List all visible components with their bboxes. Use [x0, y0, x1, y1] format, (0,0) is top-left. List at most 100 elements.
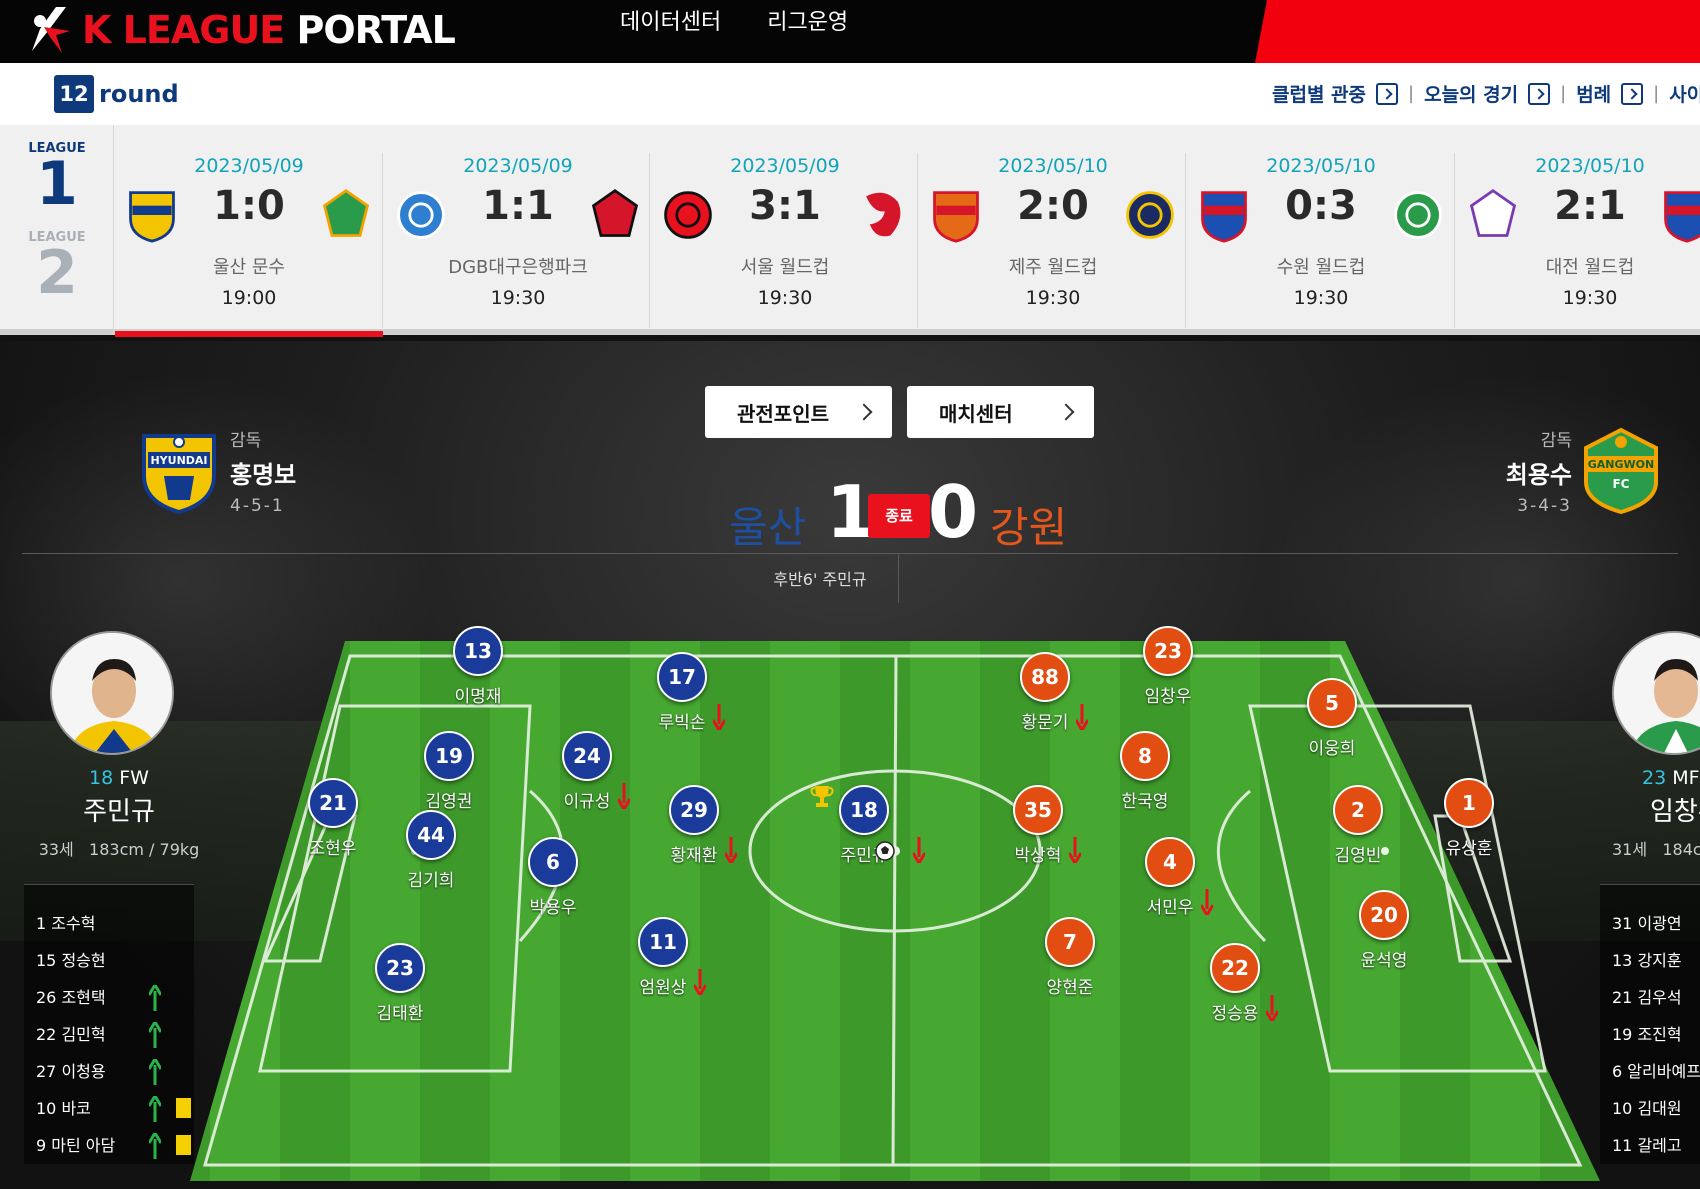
player-name: 유상훈: [1445, 839, 1493, 859]
away-team-short-name: 강원: [990, 503, 1068, 552]
tab-league-2[interactable]: LEAGUE 2: [0, 230, 114, 303]
substitute-row[interactable]: 10 김대원: [1600, 1090, 1700, 1127]
featured-home-position: FW: [119, 767, 149, 789]
scoreline: 울산 1 종료 0 강원: [0, 476, 1700, 556]
substitute-row[interactable]: 31 이광연: [1600, 905, 1700, 942]
away-lineup-player[interactable]: 5 이웅희: [1262, 678, 1402, 759]
away-lineup-player[interactable]: 7 양현준: [1000, 917, 1140, 998]
player-name-wrap: 유상훈: [1446, 834, 1493, 859]
featured-away-player[interactable]: 23 MF 임창우 31세 184cm: [1612, 631, 1700, 860]
home-lineup-player[interactable]: 29 황재환: [624, 785, 764, 866]
featured-away-name: 임창우: [1650, 797, 1700, 827]
match-card[interactable]: 2023/05/10 2:1 대전 월드컵 19:30: [1456, 155, 1700, 325]
match-date: 2023/05/10: [1266, 155, 1376, 177]
substitute-row[interactable]: 27 이청용: [24, 1053, 194, 1090]
player-name-wrap: 김기희: [408, 866, 455, 891]
match-time: 19:30: [757, 287, 813, 309]
substitute-name: 김우석: [1637, 988, 1682, 1007]
round-selector[interactable]: 12 round: [54, 75, 179, 113]
player-name: 한국영: [1121, 792, 1169, 812]
substitute-row[interactable]: 21 김우석: [1600, 979, 1700, 1016]
player-number-badge: 2: [1333, 785, 1383, 835]
player-name: 황문기: [1021, 713, 1069, 733]
player-name-wrap: 조현우: [310, 834, 357, 859]
player-name: 김태환: [376, 1004, 424, 1024]
home-lineup-player[interactable]: 6 박용우: [483, 837, 623, 918]
separator: |: [1560, 83, 1567, 104]
substitute-number: 9: [36, 1136, 47, 1155]
match-card[interactable]: 2023/05/09 1:0 울산 문수 19:00: [115, 155, 383, 325]
substitute-name: 알리바예프: [1627, 1062, 1700, 1081]
home-lineup-player[interactable]: 11 엄원상: [593, 917, 733, 998]
substitute-row[interactable]: 13 강지훈: [1600, 942, 1700, 979]
substituted-off-arrow-icon: [912, 837, 927, 866]
player-number: 19: [435, 744, 463, 768]
player-photo-avatar: [50, 631, 174, 755]
player-name-wrap: 박용우: [530, 893, 577, 918]
away-lineup-player[interactable]: 22 정승용: [1165, 943, 1305, 1024]
substitute-name: 마틴 아담: [51, 1136, 116, 1155]
substitute-row[interactable]: 1 조수혁: [24, 905, 194, 942]
link-sitemap[interactable]: 사이트: [1669, 80, 1700, 107]
player-number: 35: [1024, 798, 1052, 822]
k-league-portal-logo[interactable]: K LEAGUE PORTAL: [26, 2, 456, 58]
substitute-number: 22: [36, 1025, 57, 1044]
player-number: 24: [573, 744, 601, 768]
substitute-name: 김민혁: [61, 1025, 106, 1044]
away-lineup-player[interactable]: 4 서민우: [1100, 837, 1240, 918]
home-lineup-player[interactable]: 44 김기희: [361, 810, 501, 891]
goal-ball-icon: [875, 841, 896, 861]
match-venue: 서울 월드컵: [740, 257, 830, 278]
away-lineup-player[interactable]: 23 임창우: [1098, 626, 1238, 707]
away-lineup-player[interactable]: 20 윤석영: [1314, 890, 1454, 971]
match-center-button[interactable]: 매치센터: [907, 386, 1094, 438]
substitute-row[interactable]: 26 조현택: [24, 979, 194, 1016]
match-card[interactable]: 2023/05/09 1:1 DGB대구은행파크 19:30: [384, 155, 652, 325]
away-lineup-player[interactable]: 88 황문기: [975, 652, 1115, 733]
player-name: 양현준: [1046, 978, 1094, 998]
home-lineup-player[interactable]: 17 루빅손: [612, 652, 752, 733]
match-card[interactable]: 2023/05/09 3:1 서울 월드컵 19:30: [651, 155, 919, 325]
substitute-row[interactable]: 11 갈레고: [1600, 1127, 1700, 1164]
player-name: 김기희: [407, 871, 455, 891]
home-lineup-player[interactable]: 23 김태환: [330, 943, 470, 1024]
substitute-row[interactable]: 9 마틴 아담: [24, 1127, 194, 1164]
away-crest-icon: [319, 187, 373, 243]
match-time: 19:30: [490, 287, 546, 309]
substitute-number: 10: [36, 1099, 57, 1118]
card-separator: [917, 153, 918, 328]
chevron-right-icon: [1376, 82, 1399, 105]
substitute-row[interactable]: 15 정승현: [24, 942, 194, 979]
substitute-row[interactable]: 22 김민혁: [24, 1016, 194, 1053]
nav-data-center[interactable]: 데이터센터: [620, 8, 721, 38]
player-number: 7: [1063, 930, 1077, 954]
substitute-row[interactable]: 19 조진혁: [1600, 1016, 1700, 1053]
away-lineup-player[interactable]: 1 유상훈: [1399, 778, 1539, 859]
player-name-wrap: 이명재: [455, 682, 502, 707]
substitute-row[interactable]: 10 바코: [24, 1090, 194, 1127]
player-name: 윤석영: [1360, 951, 1408, 971]
player-name: 루빅손: [658, 713, 706, 733]
player-number: 18: [850, 798, 878, 822]
featured-home-body: 183cm / 79kg: [89, 840, 200, 859]
substitute-number: 1: [36, 914, 47, 933]
substitute-row[interactable]: 6 알리바예프: [1600, 1053, 1700, 1090]
viewpoint-button[interactable]: 관전포인트: [705, 386, 892, 438]
player-number: 1: [1462, 791, 1476, 815]
featured-home-player[interactable]: 18 FW 주민규 33세 183cm / 79kg: [34, 631, 204, 860]
match-date: 2023/05/09: [730, 155, 840, 177]
home-lineup-player[interactable]: 13 이명재: [408, 626, 548, 707]
link-todays-games[interactable]: 오늘의 경기: [1424, 80, 1551, 107]
nav-league-operation[interactable]: 리그운영: [767, 8, 848, 38]
svg-text:HYUNDAI: HYUNDAI: [150, 454, 207, 467]
match-card[interactable]: 2023/05/10 2:0 제주 월드컵 19:30: [919, 155, 1187, 325]
tab-league-1[interactable]: LEAGUE 1: [0, 141, 114, 214]
player-number-badge: 13: [453, 626, 503, 676]
player-number: 4: [1163, 850, 1177, 874]
link-club-attendance[interactable]: 클럽별 관중: [1272, 80, 1399, 107]
link-legend[interactable]: 범례: [1576, 80, 1644, 107]
chevron-right-icon: [1528, 82, 1551, 105]
match-card[interactable]: 2023/05/10 0:3 수원 월드컵 19:30: [1187, 155, 1455, 325]
home-lineup-player[interactable]: 18 주민규: [794, 785, 934, 866]
away-lineup-player[interactable]: 35 박상혁: [968, 785, 1108, 866]
